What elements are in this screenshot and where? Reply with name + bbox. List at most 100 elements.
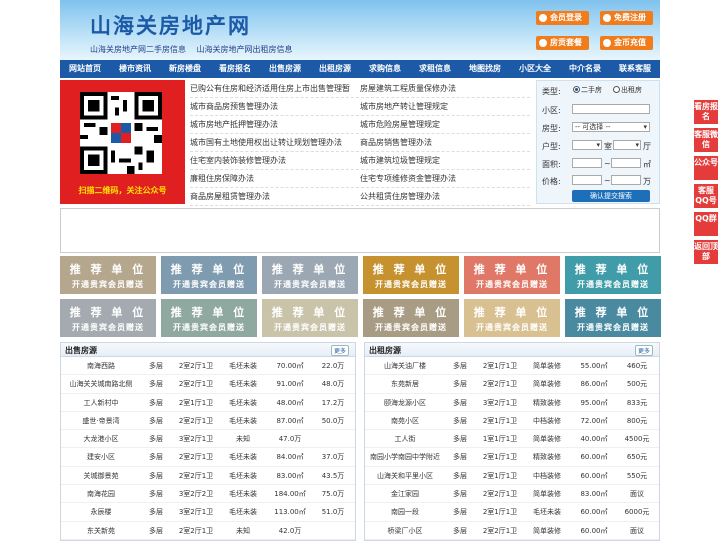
side-qq-group-button[interactable]: QQ群 xyxy=(694,212,718,236)
recommend-tile[interactable]: 推 荐 单 位开通贵宾会员赠送 xyxy=(262,256,358,294)
login-button[interactable]: 会员登录 xyxy=(536,11,589,25)
table-row[interactable]: 盛世·帝景湾 多层 2室2厅1卫 毛坯未装 87.00㎡ 50.0万 xyxy=(61,412,355,431)
table-row[interactable]: 东关新苑 多层 2室2厅1卫 未知 42.0万 xyxy=(61,522,355,540)
listing-name[interactable]: 金江家园 xyxy=(365,485,445,502)
site-logo[interactable]: 山海关房地产网 xyxy=(90,10,251,40)
table-row[interactable]: 山海关和平里小区 多层 2室1厅1卫 中档装修 60.00㎡ 550元 xyxy=(365,467,659,486)
news-link[interactable]: 城市国有土地使用权出让转让规划管理办法 xyxy=(190,134,360,151)
table-row[interactable]: 金江家园 多层 2室2厅1卫 简单装修 83.00㎡ 面议 xyxy=(365,485,659,504)
price-max-input[interactable] xyxy=(611,175,641,185)
recommend-tile[interactable]: 推 荐 单 位开通贵宾会员赠送 xyxy=(60,299,156,337)
listing-name[interactable]: 山海关油厂楼 xyxy=(365,357,445,374)
register-button[interactable]: 免费注册 xyxy=(600,11,653,25)
recommend-tile[interactable]: 推 荐 单 位开通贵宾会员赠送 xyxy=(161,256,257,294)
listing-name[interactable]: 南苑小区 xyxy=(365,412,445,429)
nav-home[interactable]: 网站首页 xyxy=(60,60,110,78)
listing-name[interactable]: 工人新村中 xyxy=(61,394,141,411)
listing-name[interactable]: 盛世·帝景湾 xyxy=(61,412,141,429)
sale-more-button[interactable]: 更多 xyxy=(330,345,349,356)
listing-name[interactable]: 东苑新居 xyxy=(365,375,445,392)
recommend-tile[interactable]: 推 荐 单 位开通贵宾会员赠送 xyxy=(363,299,459,337)
listing-name[interactable]: 桥梁厂小区 xyxy=(365,522,445,539)
table-row[interactable]: 东苑新居 多层 2室2厅1卫 简单装修 86.00㎡ 500元 xyxy=(365,375,659,394)
search-submit-button[interactable]: 确认提交搜索 xyxy=(572,190,650,202)
news-link[interactable]: 城市房地产转让管理规定 xyxy=(360,98,530,115)
recommend-tile[interactable]: 推 荐 单 位开通贵宾会员赠送 xyxy=(262,299,358,337)
size-max-input[interactable] xyxy=(611,158,641,168)
price-min-input[interactable] xyxy=(572,175,602,185)
table-row[interactable]: 关城御景苑 多层 2室2厅1卫 毛坯未装 83.00㎡ 43.5万 xyxy=(61,467,355,486)
table-row[interactable]: 永辰楼 多层 3室2厅1卫 毛坯未装 113.00㎡ 51.0万 xyxy=(61,503,355,522)
listing-name[interactable]: 颐海龙源小区 xyxy=(365,394,445,411)
table-row[interactable]: 南海花园 多层 3室2厅2卫 毛坯未装 184.00㎡ 75.0万 xyxy=(61,485,355,504)
table-row[interactable]: 南苑小区 多层 2室1厅1卫 中档装修 72.00㎡ 800元 xyxy=(365,412,659,431)
side-qq-button[interactable]: 客服QQ号 xyxy=(694,184,718,208)
news-link[interactable]: 商品房销售管理办法 xyxy=(360,134,530,151)
table-row[interactable]: 建安小区 多层 2室2厅1卫 毛坯未装 84.00㎡ 37.0万 xyxy=(61,448,355,467)
table-row[interactable]: 南园一段 多层 2室1厅1卫 毛坯未装 60.00㎡ 6000元 xyxy=(365,503,659,522)
recommend-tile[interactable]: 推 荐 单 位开通贵宾会员赠送 xyxy=(60,256,156,294)
nav-wanted-rent[interactable]: 求租信息 xyxy=(410,60,460,78)
nav-rent[interactable]: 出租房源 xyxy=(310,60,360,78)
news-link[interactable]: 城市建筑垃圾管理规定 xyxy=(360,152,530,169)
community-input[interactable] xyxy=(572,104,650,114)
listing-name[interactable]: 南海花园 xyxy=(61,485,141,502)
size-min-input[interactable] xyxy=(572,158,602,168)
news-link[interactable]: 城市危险房屋管理规定 xyxy=(360,116,530,133)
listing-name[interactable]: 山海关和平里小区 xyxy=(365,467,445,484)
listing-name[interactable]: 山海关关城南路北侧 xyxy=(61,375,141,392)
listing-name[interactable]: 永辰楼 xyxy=(61,503,141,520)
table-row[interactable]: 工人街 多层 1室1厅1卫 简单装修 40.00㎡ 4500元 xyxy=(365,430,659,449)
table-row[interactable]: 南海西路 多层 2室2厅1卫 毛坯未装 70.00㎡ 22.0万 xyxy=(61,357,355,376)
side-back-top-button[interactable]: 返回顶部 xyxy=(694,240,718,264)
table-row[interactable]: 大龙港小区 多层 3室2厅1卫 未知 47.0万 xyxy=(61,430,355,449)
recommend-tile[interactable]: 推 荐 单 位开通贵宾会员赠送 xyxy=(464,256,560,294)
news-link[interactable]: 公共租赁住房管理办法 xyxy=(360,188,530,205)
nav-sale[interactable]: 出售房源 xyxy=(260,60,310,78)
radio-rental[interactable]: 出租房 xyxy=(613,85,642,95)
recommend-tile[interactable]: 推 荐 单 位开通贵宾会员赠送 xyxy=(161,299,257,337)
room-select[interactable]: ▾ xyxy=(572,140,602,150)
house-type-select[interactable]: -- 可选择 -- ▾ xyxy=(572,122,650,132)
news-link[interactable]: 房屋建筑工程质量保修办法 xyxy=(360,80,530,97)
listing-name[interactable]: 大龙港小区 xyxy=(61,430,141,447)
recommend-tile[interactable]: 推 荐 单 位开通贵宾会员赠送 xyxy=(565,256,661,294)
sublink-sale[interactable]: 山海关房地产网二手房信息 xyxy=(90,45,186,54)
package-button[interactable]: 房贡套餐 xyxy=(536,36,589,50)
table-row[interactable]: 工人新村中 多层 2室1厅1卫 毛坯未装 48.00㎡ 17.2万 xyxy=(61,394,355,412)
news-link[interactable]: 住宅室内装饰装修管理办法 xyxy=(190,152,360,169)
news-link[interactable]: 住宅专项维修资金管理办法 xyxy=(360,170,530,187)
table-row[interactable]: 南园小学南园中学附近 多层 2室1厅1卫 精致装修 60.00㎡ 650元 xyxy=(365,448,659,467)
listing-name[interactable]: 建安小区 xyxy=(61,448,141,465)
listing-name[interactable]: 东关新苑 xyxy=(61,522,141,539)
listing-name[interactable]: 南园一段 xyxy=(365,503,445,520)
recommend-tile[interactable]: 推 荐 单 位开通贵宾会员赠送 xyxy=(565,299,661,337)
listing-name[interactable]: 南园小学南园中学附近 xyxy=(365,448,445,465)
rent-more-button[interactable]: 更多 xyxy=(634,345,653,356)
nav-new-homes[interactable]: 新房楼盘 xyxy=(160,60,210,78)
nav-wanted-buy[interactable]: 求购信息 xyxy=(360,60,410,78)
nav-agents[interactable]: 中介名录 xyxy=(560,60,610,78)
listing-name[interactable]: 关城御景苑 xyxy=(61,467,141,484)
news-link[interactable]: 廉租住房保障办法 xyxy=(190,170,360,187)
broken-banner-image[interactable] xyxy=(60,208,660,253)
nav-map[interactable]: 地图找房 xyxy=(460,60,510,78)
side-wechat-button[interactable]: 客服微信 xyxy=(694,128,718,152)
sublink-rent[interactable]: 山海关房地产网出租房信息 xyxy=(197,45,293,54)
nav-contact[interactable]: 联系客服 xyxy=(610,60,660,78)
radio-second-hand[interactable]: 二手房 xyxy=(573,85,602,95)
nav-viewing[interactable]: 看房报名 xyxy=(210,60,260,78)
nav-news[interactable]: 楼市资讯 xyxy=(110,60,160,78)
recharge-button[interactable]: 金币充值 xyxy=(600,36,653,50)
side-official-account-button[interactable]: 公众号 xyxy=(694,156,718,180)
nav-communities[interactable]: 小区大全 xyxy=(510,60,560,78)
table-row[interactable]: 颐海龙源小区 多层 3室2厅1卫 精致装修 95.00㎡ 833元 xyxy=(365,394,659,412)
recommend-tile[interactable]: 推 荐 单 位开通贵宾会员赠送 xyxy=(363,256,459,294)
side-viewing-button[interactable]: 看房报名 xyxy=(694,100,718,124)
news-link[interactable]: 商品房屋租赁管理办法 xyxy=(190,188,360,205)
news-link[interactable]: 城市商品房预售管理办法 xyxy=(190,98,360,115)
listing-name[interactable]: 工人街 xyxy=(365,430,445,447)
hall-select[interactable]: ▾ xyxy=(613,140,641,150)
listing-name[interactable]: 南海西路 xyxy=(61,357,141,374)
recommend-tile[interactable]: 推 荐 单 位开通贵宾会员赠送 xyxy=(464,299,560,337)
